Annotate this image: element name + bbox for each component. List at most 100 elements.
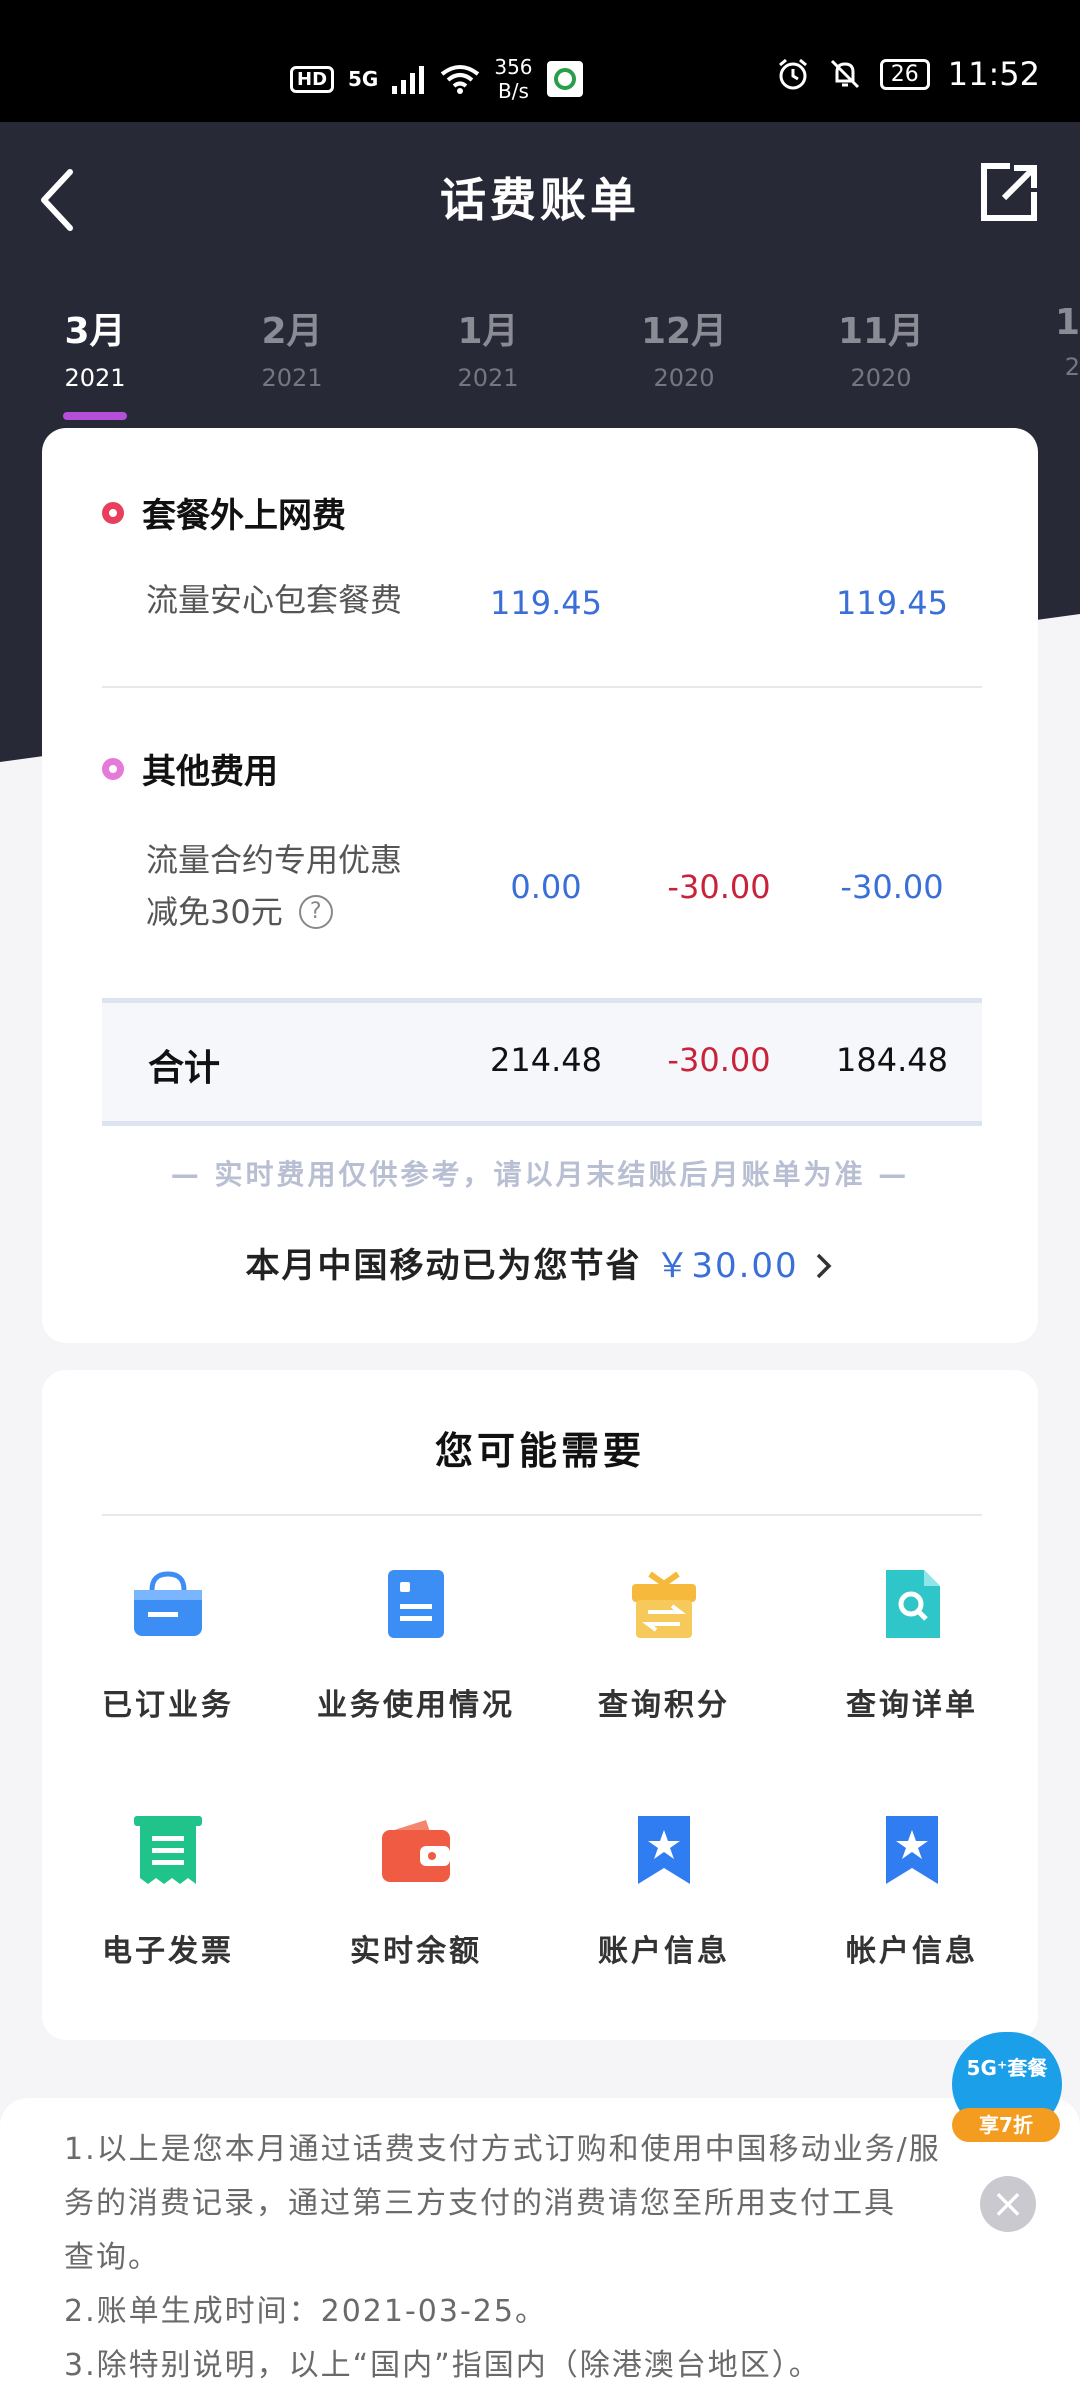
close-icon[interactable]: × [980, 2176, 1036, 2232]
section-title: 其他费用 [142, 752, 278, 792]
note-line-4: 2.账单生成时间：2021-03-25。 [64, 2294, 547, 2329]
saving-amount: ￥30.00 [655, 1246, 799, 1286]
bookmark-star-icon [628, 1814, 700, 1886]
item-label: 查询详单 [846, 1688, 978, 1723]
saving-link[interactable]: 本月中国移动已为您节省 ￥30.00 [42, 1238, 1038, 1287]
item-label: 业务使用情况 [317, 1688, 515, 1723]
tab-month: 11月 [837, 311, 925, 352]
section-other-fee: 其他费用 [102, 744, 278, 793]
5g-promo-badge[interactable]: 5G⁺套餐 享7折 [952, 2032, 1062, 2142]
service-usage-item[interactable]: 业务使用情况 [316, 1568, 516, 1724]
discount-value-col3: -30.00 [840, 868, 944, 906]
fee-value-col1: 119.45 [490, 584, 602, 622]
total-value-col3: 184.48 [836, 1041, 948, 1079]
account-info-item[interactable]: 账户信息 [564, 1814, 764, 1970]
search-document-icon [876, 1568, 948, 1640]
item-label: 帐户信息 [846, 1934, 978, 1969]
discount-label-line1: 流量合约专用优惠 [146, 841, 403, 879]
fee-item-label: 流量安心包套餐费 [146, 581, 403, 619]
hd-icon: HD [290, 65, 335, 93]
invoice-icon [132, 1814, 204, 1886]
bill-card: 套餐外上网费 流量安心包套餐费 119.45 119.45 其他费用 流量合约专… [42, 428, 1038, 1343]
alarm-icon [778, 58, 807, 90]
item-label: 电子发票 [102, 1934, 234, 1969]
status-bar: HD 5G 356 B/s 26 11:52 [0, 0, 1080, 122]
status-right-group: 26 11:52 [776, 55, 1040, 93]
tab-2020-11[interactable]: 11月 2020 [801, 302, 961, 392]
mute-bell-icon [830, 59, 859, 89]
note-line-5: 3.除特别说明，以上“国内”指国内（除港澳台地区）。 [64, 2348, 821, 2383]
chevron-right-icon [816, 1253, 831, 1279]
nav-bar: 话费账单 [0, 122, 1080, 272]
item-label: 账户信息 [598, 1934, 730, 1969]
wifi-icon [441, 65, 480, 94]
account-info-item-2[interactable]: 帐户信息 [812, 1814, 1012, 1970]
total-value-col1: 214.48 [490, 1041, 602, 1079]
total-row: 合计 214.48 -30.00 184.48 [102, 998, 982, 1126]
note-line-3: 查询。 [64, 2240, 160, 2275]
tab-month: 1月 [457, 311, 519, 352]
item-label: 查询积分 [598, 1688, 730, 1723]
realtime-balance-item[interactable]: 实时余额 [316, 1814, 516, 1970]
page-title: 话费账单 [440, 173, 640, 227]
promo-discount-tag: 享7折 [952, 2108, 1060, 2142]
section-data-fee: 套餐外上网费 [102, 488, 346, 537]
tab-2021-01[interactable]: 1月 2021 [408, 302, 568, 392]
footer-notes: 1.以上是您本月通过话费支付方式订购和使用中国移动业务/服 务的消费记录，通过第… [0, 2098, 1080, 2408]
divider [102, 1514, 982, 1516]
tab-year: 2020 [850, 364, 912, 392]
fee-value-col3: 119.45 [836, 584, 948, 622]
total-value-col2: -30.00 [667, 1041, 771, 1079]
red-dot-icon [102, 501, 124, 524]
discount-label-line2: 减免30元 [146, 893, 283, 931]
shopping-basket-icon [132, 1568, 204, 1640]
tab-2020-10[interactable]: 10 20 [1000, 302, 1080, 381]
help-circle-icon[interactable]: ? [298, 895, 333, 929]
speed-value: 356 [494, 55, 533, 79]
you-may-need-card: 您可能需要 已订业务 业务使用情况 查询积分 查询详单 电子发票 实时余额 账户… [42, 1370, 1038, 2040]
divider [102, 686, 982, 688]
month-tabs: 3月 2021 2月 2021 1月 2021 12月 2020 11月 202… [0, 290, 1080, 420]
tab-year: 2020 [653, 364, 715, 392]
tab-2021-02[interactable]: 2月 2021 [212, 302, 372, 392]
tab-year: 2021 [64, 364, 126, 392]
pink-dot-icon [102, 757, 124, 780]
points-query-item[interactable]: 查询积分 [564, 1568, 764, 1724]
subscribed-services-item[interactable]: 已订业务 [68, 1568, 268, 1724]
battery-icon: 26 [879, 58, 930, 90]
bookmark-star-icon [876, 1814, 948, 1886]
detail-query-item[interactable]: 查询详单 [812, 1568, 1012, 1724]
gift-exchange-icon [628, 1568, 700, 1640]
note-line-1: 1.以上是您本月通过话费支付方式订购和使用中国移动业务/服 [64, 2132, 941, 2167]
note-line-2: 务的消费记录，通过第三方支付的消费请您至所用支付工具 [64, 2186, 896, 2221]
tab-year: 2021 [457, 364, 519, 392]
network-speed: 356 B/s [494, 55, 532, 103]
e-invoice-item[interactable]: 电子发票 [68, 1814, 268, 1970]
discount-value-col2: -30.00 [667, 868, 771, 906]
tab-2020-12[interactable]: 12月 2020 [604, 302, 764, 392]
clock: 11:52 [947, 55, 1040, 93]
discount-item-label: 流量合约专用优惠 减免30元 ? [146, 834, 402, 938]
tab-month: 10 [1054, 302, 1080, 343]
tab-month: 3月 [64, 311, 126, 352]
tab-2021-03[interactable]: 3月 2021 [15, 302, 175, 420]
wallet-icon [380, 1814, 452, 1886]
item-label: 实时余额 [350, 1934, 482, 1969]
document-icon [380, 1568, 452, 1640]
status-left-group: HD 5G 356 B/s [290, 55, 583, 103]
total-label: 合计 [148, 1048, 221, 1089]
item-label: 已订业务 [102, 1688, 234, 1723]
china-mobile-app-icon [546, 61, 583, 97]
tab-month: 12月 [640, 311, 728, 352]
signal-icon [392, 66, 425, 94]
estimate-note: — 实时费用仅供参考，请以月末结账后月账单为准 — [170, 1158, 910, 1191]
saving-text: 本月中国移动已为您节省 [245, 1246, 642, 1286]
tab-year: 20 [1064, 353, 1080, 381]
tab-month: 2月 [261, 311, 323, 352]
share-external-icon[interactable] [980, 162, 1038, 222]
tab-active-indicator [63, 412, 127, 420]
network-type: 5G [348, 67, 379, 91]
section-title: 套餐外上网费 [142, 496, 346, 536]
tab-year: 2021 [261, 364, 323, 392]
discount-value-col1: 0.00 [510, 868, 582, 906]
